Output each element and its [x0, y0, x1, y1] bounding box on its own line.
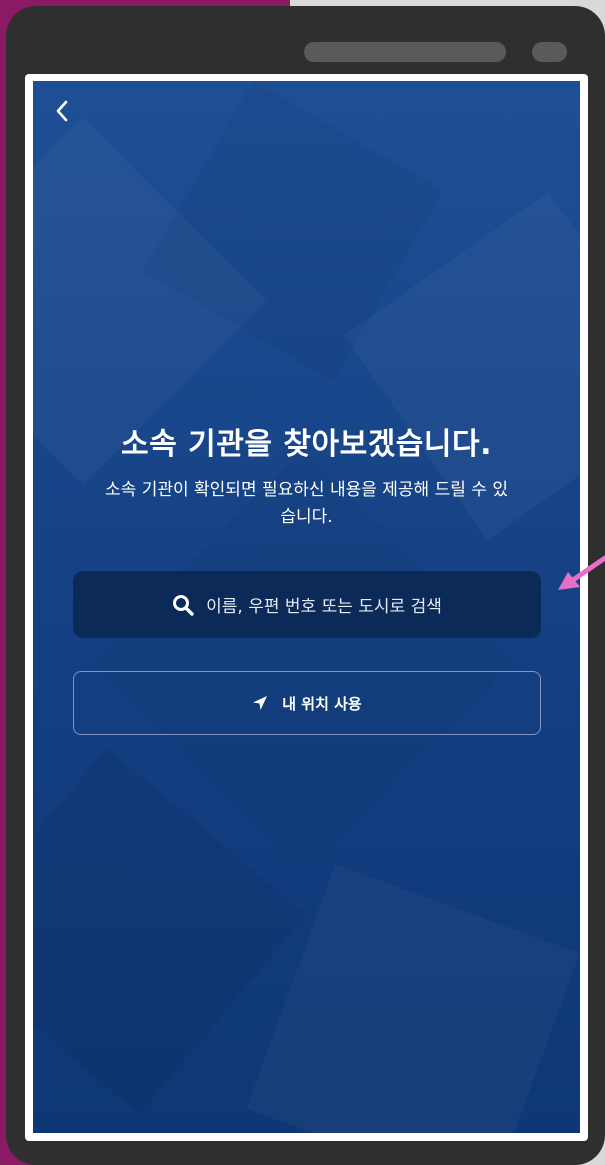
- search-button-label: 이름, 우편 번호 또는 도시로 검색: [206, 597, 442, 617]
- back-button[interactable]: [49, 97, 77, 125]
- use-my-location-button[interactable]: 내 위치 사용: [73, 671, 541, 735]
- page-subtitle: 소속 기관이 확인되면 필요하신 내용을 제공해 드릴 수 있습니다.: [105, 480, 508, 527]
- app-screen: 소속 기관을 찾아보겠습니다. 소속 기관이 확인되면 필요하신 내용을 제공해…: [33, 81, 580, 1133]
- page-title: 소속 기관을 찾아보겠습니다.: [121, 427, 492, 462]
- search-icon: [173, 594, 194, 616]
- phone-camera: [532, 42, 567, 62]
- phone-speaker: [304, 42, 506, 62]
- background-facet: [246, 864, 579, 1133]
- location-button-label: 내 위치 사용: [282, 694, 362, 713]
- search-institution-button[interactable]: 이름, 우편 번호 또는 도시로 검색: [73, 571, 541, 638]
- location-arrow-icon: [253, 696, 268, 710]
- annotation-arrow-icon: [558, 555, 605, 590]
- chevron-left-icon: [56, 100, 68, 122]
